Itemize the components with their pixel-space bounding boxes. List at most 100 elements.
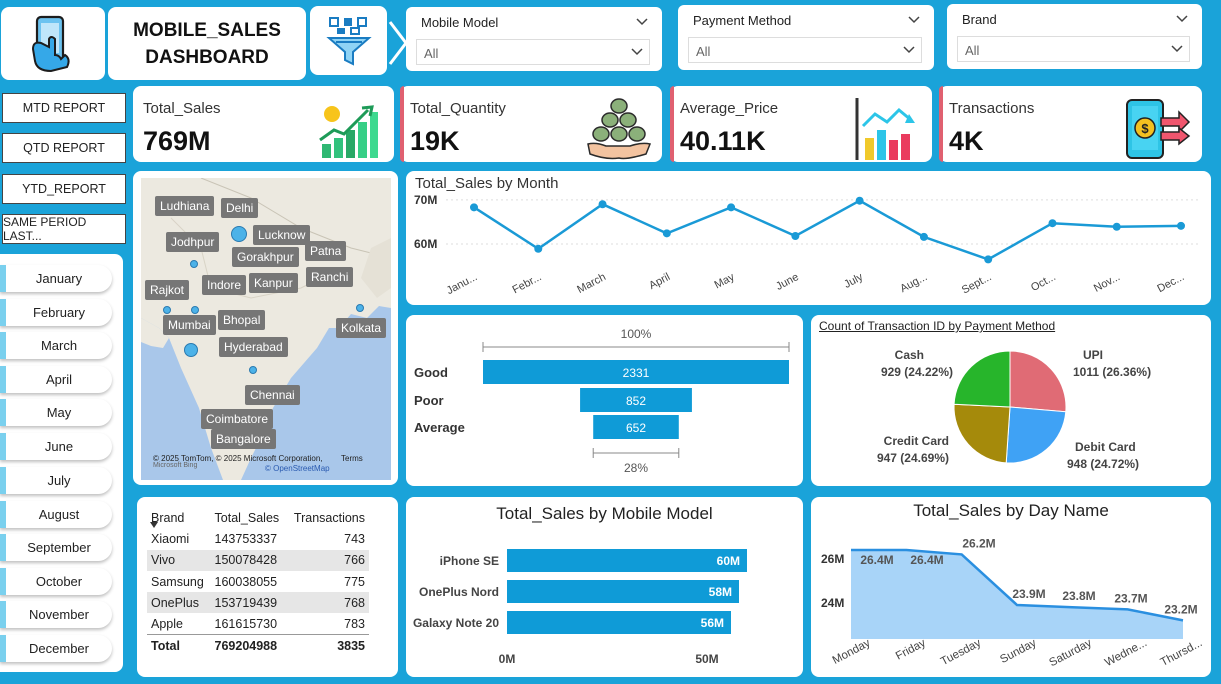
slicer-value: All — [696, 44, 711, 59]
map-bubble[interactable] — [163, 306, 171, 314]
arrow-pointer-icon — [388, 21, 408, 65]
kpi-transactions: Transactions 4K $ — [939, 86, 1202, 162]
phone-payment-icon: $ — [1126, 99, 1191, 159]
table-row[interactable]: Apple 161615730 783 — [147, 613, 369, 634]
month-button-september[interactable]: September — [0, 534, 112, 561]
table-row[interactable]: Vivo 150078428 766 — [147, 549, 369, 571]
coins-hand-icon — [587, 98, 652, 160]
bar — [507, 611, 731, 634]
bar-value-label: 56M — [701, 616, 724, 630]
data-label: 26.4M — [860, 553, 893, 567]
x-tick-label: Dec... — [1155, 271, 1186, 295]
month-button-march[interactable]: March — [0, 332, 112, 359]
pie-category-label: Credit Card — [884, 434, 949, 448]
filter-panel-toggle[interactable] — [310, 6, 387, 75]
mtd-report-button[interactable]: MTD REPORT — [2, 93, 126, 123]
month-button-july[interactable]: July — [0, 467, 112, 494]
same-period-last-button[interactable]: SAME PERIOD LAST... — [2, 214, 126, 244]
y-tick-label: 24M — [821, 596, 844, 610]
table-header[interactable]: Total_Sales — [211, 507, 287, 528]
funnel-category-label: Average — [414, 420, 465, 435]
quality-funnel-chart: 100% 2331 Good 852 Poor 652 Average 28% — [406, 315, 803, 486]
month-button-october[interactable]: October — [0, 568, 112, 595]
slicer-value: All — [424, 46, 439, 61]
table-cell: 153719439 — [214, 595, 278, 610]
pie-category-label: UPI — [1083, 348, 1103, 362]
map-bubble[interactable] — [190, 260, 198, 268]
month-button-november[interactable]: November — [0, 601, 112, 628]
x-tick-label: Sept... — [960, 271, 994, 297]
pie-value-label: 1011 (26.36%) — [1073, 365, 1151, 379]
month-button-may[interactable]: May — [0, 399, 112, 426]
kpi-accent-bar — [400, 86, 404, 162]
table-cell: Apple — [151, 616, 183, 631]
data-label: 23.8M — [1062, 589, 1095, 603]
sort-descending-icon[interactable] — [150, 522, 158, 528]
map-bubble[interactable] — [231, 226, 247, 242]
kpi-value: 19K — [410, 126, 460, 156]
slicer-mobile-model[interactable]: Mobile Model All — [406, 7, 662, 71]
bar-value-label: 60M — [717, 554, 740, 568]
map-city-label: Indore — [202, 275, 247, 295]
slicer-brand[interactable]: Brand All — [947, 4, 1202, 69]
slicer-dropdown[interactable]: All — [957, 36, 1190, 62]
growth-chart-icon — [319, 105, 378, 158]
pie-value-label: 948 (24.72%) — [1067, 457, 1139, 471]
month-button-august[interactable]: August — [0, 501, 112, 528]
table-cell: 143753337 — [214, 531, 278, 546]
month-button-december[interactable]: December — [0, 635, 112, 662]
table-cell: 3835 — [337, 638, 365, 653]
ytd-report-button[interactable]: YTD_REPORT — [2, 174, 126, 204]
map-city-label: Chennai — [245, 385, 300, 405]
map-osm-link[interactable]: © OpenStreetMap — [265, 464, 330, 473]
x-tick-label: Oct... — [1029, 271, 1058, 294]
map-bubble[interactable] — [356, 304, 364, 312]
title-line-2: DASHBOARD — [145, 46, 269, 68]
map-bubble[interactable] — [249, 366, 257, 374]
month-button-june[interactable]: June — [0, 433, 112, 460]
map-city-label: Ludhiana — [155, 196, 215, 216]
funnel-filter-icon — [326, 17, 372, 66]
map-bubble[interactable] — [184, 343, 198, 357]
map-terms-link[interactable]: Terms — [341, 454, 363, 463]
chevron-down-icon[interactable] — [908, 14, 920, 26]
pie-category-label: Debit Card — [1075, 440, 1136, 454]
kpi-value: 40.11K — [680, 126, 766, 156]
slicer-payment-method[interactable]: Payment Method All — [678, 5, 934, 70]
map-city-label: Patna — [305, 241, 347, 261]
data-point — [534, 244, 543, 253]
qtd-report-button[interactable]: QTD REPORT — [2, 133, 126, 163]
chevron-down-icon[interactable] — [636, 16, 648, 28]
map-city-label: Gorakhpur — [232, 247, 299, 267]
x-tick-label: Thursd... — [1159, 637, 1205, 669]
kpi-value: 4K — [949, 126, 984, 156]
india-map[interactable]: Ludhiana Delhi Lucknow Jodhpur Patna Gor… — [141, 178, 391, 480]
slicer-dropdown[interactable]: All — [688, 37, 922, 63]
slicer-dropdown[interactable]: All — [416, 39, 650, 65]
x-tick-label: Monday — [831, 637, 873, 667]
kpi-label: Total_Sales — [143, 100, 221, 117]
data-label: 23.2M — [1164, 602, 1197, 616]
chevron-down-icon[interactable] — [1176, 13, 1188, 25]
area-chart-svg: 26M 24M 26.4M Monday 26.4M Friday 26.2M Tuesday… — [821, 536, 1205, 669]
data-point — [984, 255, 993, 264]
table-cell: 743 — [344, 531, 365, 546]
table-row[interactable]: Xiaomi 143753337 743 — [147, 528, 369, 549]
kpi-accent-bar — [670, 86, 674, 162]
map-bubble[interactable] — [191, 306, 199, 314]
funnel-bottom-bracket — [592, 448, 680, 458]
month-button-january[interactable]: January — [0, 265, 112, 292]
bar — [507, 580, 739, 603]
month-button-april[interactable]: April — [0, 366, 112, 393]
line-chart-svg: 70M 60M Janu... Febr... March April May June Jul… — [414, 193, 1201, 297]
table-row[interactable]: Samsung 160038055 775 — [147, 571, 369, 592]
table-row[interactable]: OnePlus 153719439 768 — [147, 592, 369, 614]
kpi-label: Total_Quantity — [410, 100, 506, 117]
table-header[interactable]: Transactions — [286, 507, 369, 528]
chevron-down-icon — [631, 48, 643, 56]
pie-value-label: 947 (24.69%) — [877, 451, 949, 465]
x-tick-label: Saturday — [1047, 637, 1093, 669]
map-city-label: Coimbatore — [201, 409, 274, 429]
x-tick-label: Tuesday — [939, 637, 983, 668]
month-button-february[interactable]: February — [0, 299, 112, 326]
